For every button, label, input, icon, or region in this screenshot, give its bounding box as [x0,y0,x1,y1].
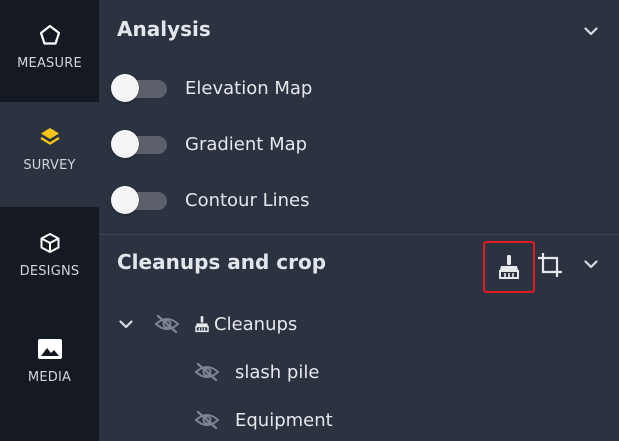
rail-item-designs[interactable]: DESIGNS [0,208,99,313]
rail-item-survey[interactable]: SURVEY [0,102,99,207]
brush-icon [193,315,211,333]
rail-item-measure[interactable]: MEASURE [0,0,99,105]
cleanups-section-title: Cleanups and crop [117,250,327,274]
elevation-map-label: Elevation Map [185,77,313,99]
cleanup-item-row: Equipment [193,407,333,433]
expand-chevron-icon[interactable] [117,319,135,329]
gradient-map-row: Gradient Map [111,129,307,159]
gradient-map-toggle[interactable] [111,129,167,159]
contour-lines-toggle[interactable] [111,185,167,215]
rail-label: MEDIA [27,370,72,385]
crop-button[interactable] [535,250,565,280]
gradient-map-label: Gradient Map [185,133,308,155]
pentagon-icon [37,22,63,48]
analysis-collapse-chevron-icon[interactable] [582,22,600,40]
cleanup-item-label[interactable]: Equipment [235,410,333,431]
cleanups-collapse-chevron-icon[interactable] [582,255,600,273]
analysis-section-title: Analysis [117,17,211,41]
rail-item-media[interactable]: MEDIA [0,314,99,419]
app-window: MEASURE SURVEY DESIGNS MEDIA Analysis El… [0,0,619,441]
rail-label: SURVEY [23,158,76,173]
cleanups-group-label: Cleanups [214,313,298,335]
brush-icon [497,254,521,280]
cleanup-item-row: slash pile [193,359,319,385]
crop-icon [537,252,563,278]
visibility-off-icon[interactable] [193,410,221,430]
visibility-off-icon[interactable] [153,314,181,334]
layers-icon [37,124,63,150]
rail-label: DESIGNS [19,264,80,279]
cleanup-brush-button[interactable] [483,241,535,293]
visibility-off-icon[interactable] [193,362,221,382]
contour-lines-label: Contour Lines [185,189,310,211]
contour-lines-row: Contour Lines [111,185,309,215]
cleanups-group-row: Cleanups [117,311,297,337]
cube-icon [37,230,63,256]
image-icon [37,336,63,362]
cleanup-item-label[interactable]: slash pile [235,362,319,383]
elevation-map-toggle[interactable] [111,73,167,103]
side-rail: MEASURE SURVEY DESIGNS MEDIA [0,0,99,441]
rail-label: MEASURE [17,56,82,71]
section-divider [99,234,619,235]
survey-panel: Analysis Elevation Map Gradient Map Cont… [99,0,619,441]
elevation-map-row: Elevation Map [111,73,312,103]
